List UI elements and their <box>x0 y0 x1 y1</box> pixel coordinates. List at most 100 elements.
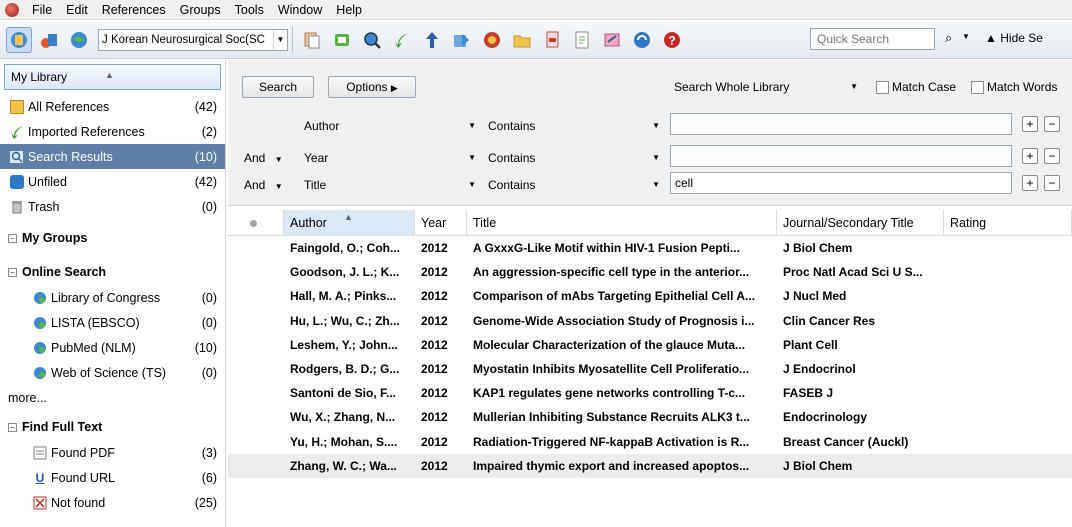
find-full-text-header[interactable]: − Find Full Text <box>0 414 225 440</box>
search-term-input-1[interactable] <box>670 113 1012 135</box>
remove-row-button-3[interactable]: − <box>1044 175 1060 191</box>
menu-groups[interactable]: Groups <box>173 0 228 20</box>
fft-found-pdf[interactable]: Found PDF (3) <box>0 440 225 465</box>
output-style-select[interactable]: J Korean Neurosurgical Soc(SC ▼ <box>98 28 288 51</box>
my-groups-header[interactable]: − My Groups <box>0 225 225 251</box>
menu-edit[interactable]: Edit <box>59 0 95 20</box>
quick-search-input[interactable]: Quick Search <box>810 28 935 50</box>
search-scope-select[interactable]: Search Whole Library ▼ <box>674 76 864 98</box>
match-case-checkbox[interactable]: Match Case <box>876 80 956 94</box>
online-search-mode-button[interactable] <box>36 27 62 53</box>
search-icon[interactable]: ⌕ <box>945 30 952 46</box>
bool-select-2[interactable]: And ▼ <box>244 147 290 169</box>
hide-search-button[interactable]: ▲ Hide Se <box>985 31 1043 45</box>
online-search-button[interactable] <box>359 27 385 53</box>
find-full-text-button[interactable] <box>449 27 475 53</box>
menu-tools[interactable]: Tools <box>228 0 271 20</box>
year-cell: 2012 <box>421 386 448 401</box>
open-link-button[interactable] <box>479 27 505 53</box>
fft-not-found[interactable]: Not found (25) <box>0 490 225 515</box>
add-row-button-1[interactable]: + <box>1022 116 1038 132</box>
search-button[interactable]: Search <box>242 76 314 98</box>
help-button[interactable]: ? <box>659 27 685 53</box>
operator-select-1[interactable]: Contains ▼ <box>488 115 664 137</box>
group-trash[interactable]: Trash (0) <box>0 194 225 219</box>
group-count: (2) <box>201 124 217 139</box>
import-button[interactable] <box>389 27 415 53</box>
column-rating[interactable]: Rating <box>944 210 1072 236</box>
group-unfiled[interactable]: Unfiled (42) <box>0 169 225 194</box>
table-row[interactable]: Hall, M. A.; Pinks... 2012 Comparison of… <box>228 284 1072 308</box>
table-row[interactable]: Leshem, Y.; John... 2012 Molecular Chara… <box>228 333 1072 357</box>
format-bibliography-button[interactable] <box>599 27 625 53</box>
collapse-toggle-icon[interactable]: − <box>8 422 17 432</box>
table-row[interactable]: Faingold, O.; Coh... 2012 A GxxxG-Like M… <box>228 236 1072 260</box>
fft-count: (25) <box>194 495 217 510</box>
menu-file[interactable]: File <box>25 0 59 20</box>
sort-ascending-icon: ▲ <box>344 212 353 222</box>
table-row[interactable]: Hu, L.; Wu, C.; Zh... 2012 Genome-Wide A… <box>228 309 1072 333</box>
journal-cell: J Endocrinol <box>783 362 856 377</box>
insert-citation-button[interactable] <box>569 27 595 53</box>
field-select-2[interactable]: Year ▼ <box>304 147 480 169</box>
new-reference-button[interactable] <box>329 27 355 53</box>
column-year[interactable]: Year <box>415 210 467 236</box>
match-words-checkbox[interactable]: Match Words <box>971 80 1057 94</box>
menu-references[interactable]: References <box>95 0 173 20</box>
group-all-references[interactable]: All References (42) <box>0 94 225 119</box>
search-term-input-2[interactable] <box>670 145 1012 167</box>
title-cell: Mullerian Inhibiting Substance Recruits … <box>473 410 750 425</box>
sync-button[interactable] <box>629 27 655 53</box>
my-library-header[interactable]: My Library ▲ <box>4 64 221 90</box>
table-row[interactable]: Yu, H.; Mohan, S.... 2012 Radiation-Trig… <box>228 430 1072 454</box>
add-row-button-3[interactable]: + <box>1022 175 1038 191</box>
copy-formatted-button[interactable] <box>299 27 325 53</box>
online-pubmed[interactable]: PubMed (NLM) (10) <box>0 335 225 360</box>
group-count: (0) <box>201 199 217 214</box>
remove-row-button-1[interactable]: − <box>1044 116 1060 132</box>
field-select-1[interactable]: Author ▼ <box>304 115 480 137</box>
field-select-3[interactable]: Title ▼ <box>304 174 480 196</box>
read-status-cell <box>228 241 284 255</box>
integrated-library-mode-button[interactable] <box>66 27 92 53</box>
local-library-mode-button[interactable] <box>6 26 32 53</box>
online-lista-ebsco[interactable]: LISTA (EBSCO) (0) <box>0 310 225 335</box>
table-row[interactable]: Goodson, J. L.; K... 2012 An aggression-… <box>228 260 1072 284</box>
online-search-header[interactable]: − Online Search <box>0 259 225 285</box>
read-status-cell <box>228 338 284 352</box>
insert-citation-icon <box>575 31 589 48</box>
open-file-button[interactable] <box>509 27 535 53</box>
online-library-of-congress[interactable]: Library of Congress (0) <box>0 285 225 310</box>
operator-select-3[interactable]: Contains ▼ <box>488 174 664 196</box>
collapse-toggle-icon[interactable]: − <box>8 267 17 277</box>
collapse-toggle-icon[interactable]: − <box>8 233 17 243</box>
fft-found-url[interactable]: U Found URL (6) <box>0 465 225 490</box>
operator-select-2[interactable]: Contains ▼ <box>488 147 664 169</box>
column-author[interactable]: Author ▲ <box>284 210 415 236</box>
menu-help[interactable]: Help <box>329 0 369 20</box>
table-row[interactable]: Rodgers, B. D.; G... 2012 Myostatin Inhi… <box>228 357 1072 381</box>
hide-search-label: Hide Se <box>1000 31 1043 45</box>
group-imported-references[interactable]: Imported References (2) <box>0 119 225 144</box>
read-status-cell <box>228 459 284 473</box>
add-row-button-2[interactable]: + <box>1022 148 1038 164</box>
table-row-selected[interactable]: Zhang, W. C.; Wa... 2012 Impaired thymic… <box>228 453 1072 478</box>
export-button[interactable] <box>419 27 445 53</box>
endnote-app-icon[interactable] <box>5 2 19 17</box>
group-search-results[interactable]: Search Results (10) <box>0 144 225 169</box>
online-web-of-science[interactable]: Web of Science (TS) (0) <box>0 360 225 385</box>
column-title[interactable]: Title <box>467 210 777 236</box>
online-more-link[interactable]: more... <box>0 385 225 410</box>
menu-window[interactable]: Window <box>271 0 329 20</box>
chevron-down-icon[interactable]: ▼ <box>962 32 970 41</box>
search-term-input-3[interactable]: cell <box>670 172 1012 194</box>
column-journal[interactable]: Journal/Secondary Title <box>777 210 944 236</box>
open-pdf-button[interactable] <box>539 27 565 53</box>
options-button[interactable]: Options ▶ <box>328 76 416 98</box>
group-count: (42) <box>194 174 217 189</box>
remove-row-button-2[interactable]: − <box>1044 148 1060 164</box>
bool-select-3[interactable]: And ▼ <box>244 174 290 196</box>
column-read-status[interactable] <box>228 210 284 236</box>
table-row[interactable]: Santoni de Sio, F... 2012 KAP1 regulates… <box>228 381 1072 405</box>
table-row[interactable]: Wu, X.; Zhang, N... 2012 Mullerian Inhib… <box>228 405 1072 429</box>
